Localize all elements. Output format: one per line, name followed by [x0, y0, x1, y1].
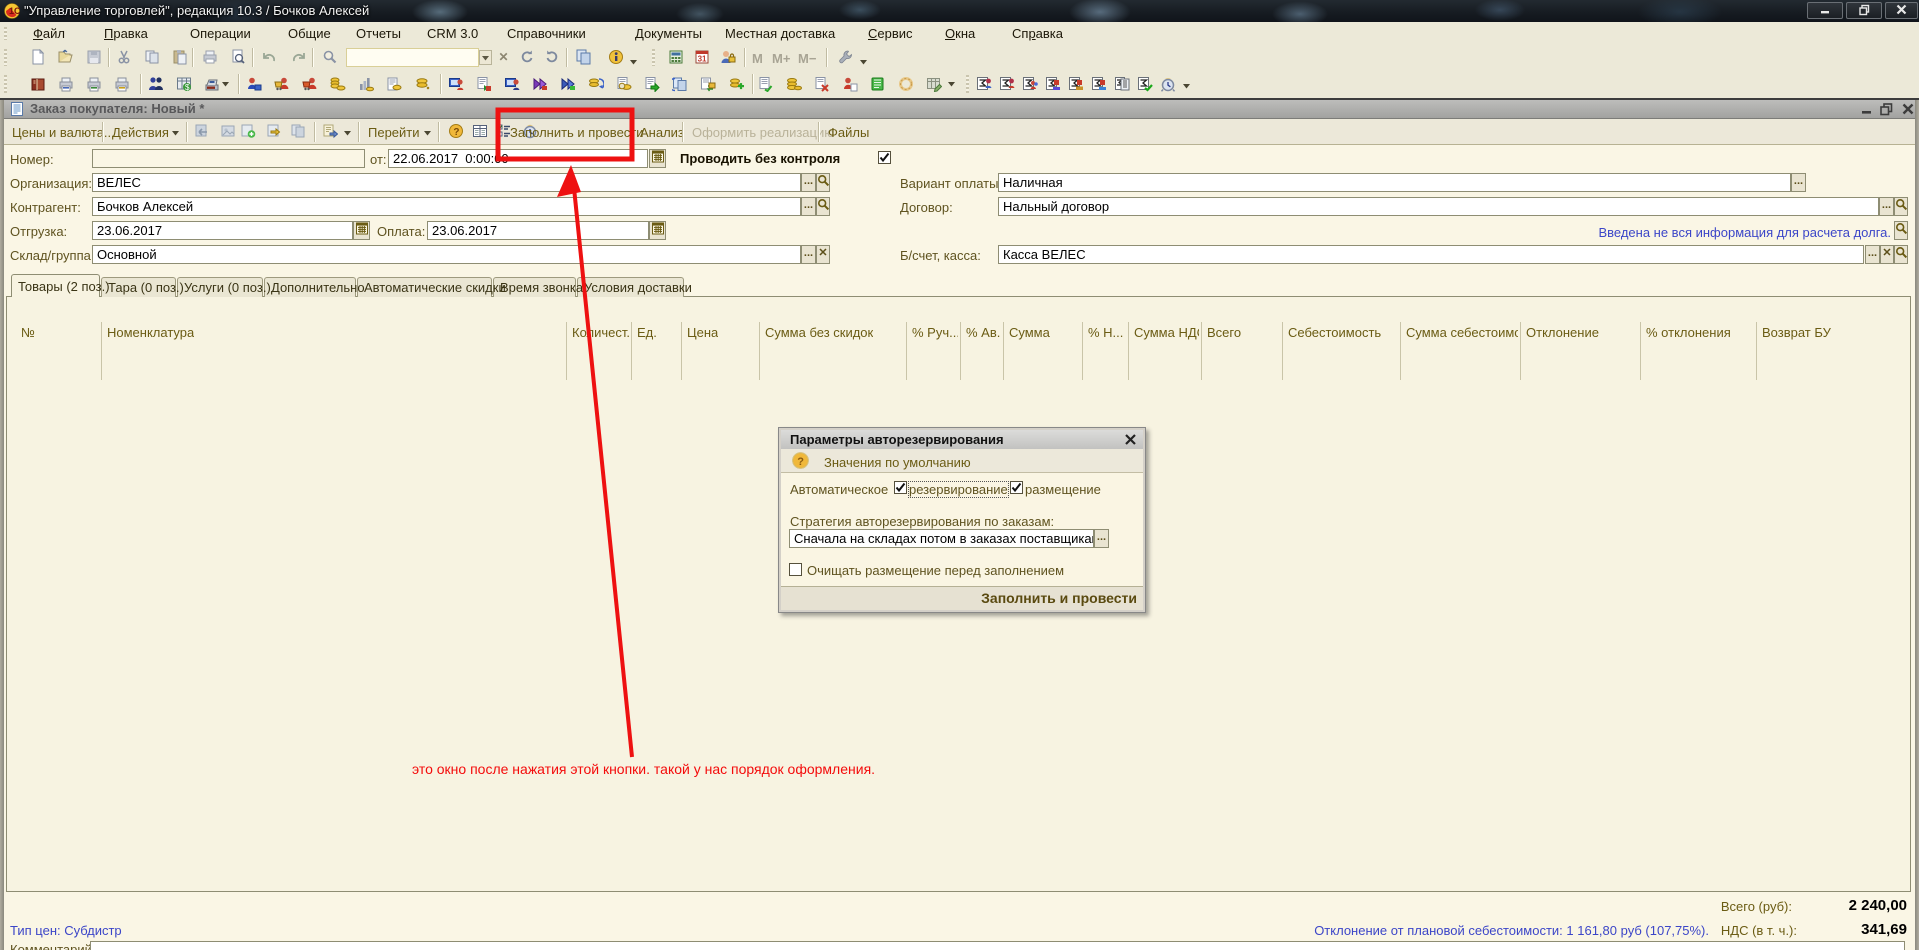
svg-text:?: ?	[453, 127, 459, 138]
svg-text:?: ?	[797, 456, 804, 468]
svg-text:31: 31	[698, 55, 707, 64]
svg-text:1C: 1C	[9, 6, 20, 16]
svg-text:$: $	[185, 83, 190, 92]
